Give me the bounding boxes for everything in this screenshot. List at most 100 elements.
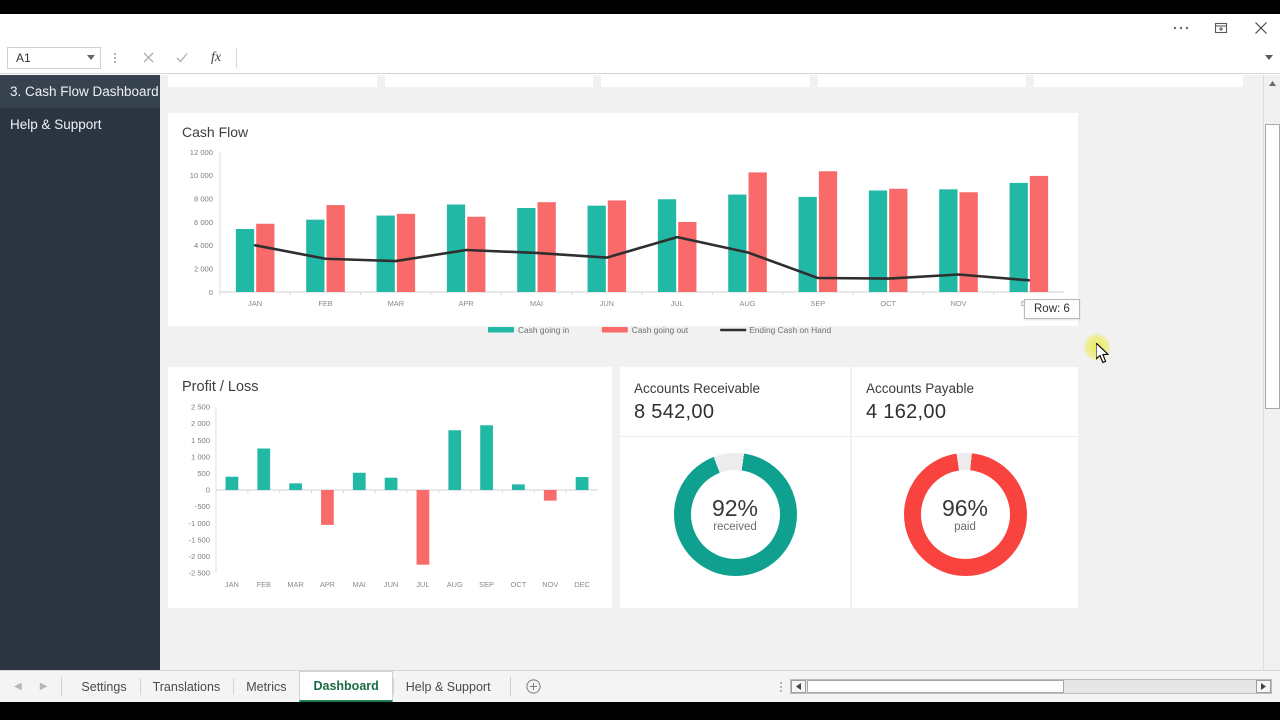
dashboard-canvas: Cash Flow 0 2 000 4 000 6 000 8 000 10 000 12 … (160, 75, 1260, 685)
kpi-card (384, 75, 594, 87)
svg-text:MAI: MAI (353, 580, 366, 589)
formula-bar: A1 fx (0, 42, 1280, 74)
kpi-card (168, 75, 377, 87)
svg-text:MAR: MAR (388, 299, 404, 308)
ar-donut-wrap: 92% received (620, 437, 850, 592)
confirm-formula-icon[interactable] (165, 46, 199, 70)
cash-flow-card: Cash Flow 0 2 000 4 000 6 000 8 000 10 000 12 … (168, 113, 1078, 335)
svg-text:0: 0 (209, 288, 213, 297)
svg-text:0: 0 (206, 486, 210, 495)
ar-percent: 92% (711, 494, 759, 521)
svg-text:8 000: 8 000 (194, 194, 213, 203)
ap-donut-chart: 96% paid (903, 453, 1027, 576)
svg-text:JUL: JUL (416, 580, 429, 589)
cash-flow-chart: 0 2 000 4 000 6 000 8 000 10 000 12 000 JAN FEB M… (190, 148, 1064, 308)
formula-bar-grip[interactable] (107, 52, 123, 63)
sheet-tab-label: Metrics (246, 679, 287, 694)
more-options-icon[interactable] (1168, 16, 1194, 40)
kpi-card-strip (168, 75, 1243, 87)
svg-text:DEC: DEC (574, 580, 590, 589)
work-area: 3. Cash Flow Dashboard Help & Support Ca… (0, 75, 1280, 685)
svg-text:NOV: NOV (542, 580, 558, 589)
accounts-payable-card: Accounts Payable 4 162,00 96% paid (852, 367, 1078, 608)
svg-text:MAI: MAI (530, 299, 543, 308)
sheet-prev-icon[interactable]: ◀ (14, 681, 22, 692)
ap-amount: 4 162,00 (866, 401, 947, 423)
svg-text:-1 000: -1 000 (188, 519, 210, 528)
svg-text:500: 500 (197, 469, 210, 478)
horizontal-scrollbar[interactable] (790, 679, 1272, 694)
sheet-tab-metrics[interactable]: Metrics (233, 671, 299, 702)
name-box[interactable]: A1 (7, 46, 101, 69)
ap-donut-wrap: 96% paid (852, 437, 1078, 592)
svg-text:JUN: JUN (384, 580, 398, 589)
svg-text:FEB: FEB (318, 299, 332, 308)
svg-text:-2 000: -2 000 (188, 552, 210, 561)
add-sheet-icon[interactable] (517, 671, 551, 702)
svg-text:4 000: 4 000 (194, 241, 213, 250)
svg-text:2 000: 2 000 (194, 264, 213, 273)
svg-text:NOV: NOV (950, 299, 966, 308)
ar-donut-center: 92% received (690, 470, 780, 559)
vertical-scrollbar[interactable] (1263, 75, 1280, 685)
excel-window: A1 fx 3. Cash Flow Dashboard Help & Supp… (0, 14, 1280, 702)
svg-text:1 500: 1 500 (191, 436, 210, 445)
ap-title: Accounts Payable (866, 381, 975, 396)
vertical-scrollbar-thumb[interactable] (1265, 124, 1280, 409)
svg-text:SEP: SEP (479, 580, 494, 589)
svg-text:JUL: JUL (671, 299, 684, 308)
ap-card-header: Accounts Payable 4 162,00 (852, 367, 1078, 437)
chevron-down-icon[interactable] (87, 55, 95, 60)
accounts-receivable-card: Accounts Receivable 8 542,00 92% receive… (620, 367, 850, 608)
title-bar (0, 14, 1280, 42)
kpi-card (817, 75, 1027, 87)
tab-divider (61, 677, 63, 696)
cash-flow-legend: Cash going in Cash going out Ending Cash o… (488, 325, 831, 335)
sidebar-item-help-support[interactable]: Help & Support (0, 108, 160, 141)
sheet-tab-settings[interactable]: Settings (68, 671, 139, 702)
svg-text:2 500: 2 500 (191, 403, 210, 412)
svg-text:Cash going out: Cash going out (632, 325, 689, 335)
sheet-tab-label: Help & Support (405, 679, 491, 694)
ar-caption: received (713, 521, 757, 534)
scroll-left-button[interactable] (791, 680, 806, 693)
ap-percent: 96% (941, 494, 989, 521)
tab-divider (509, 677, 511, 696)
restore-window-icon[interactable] (1208, 16, 1234, 40)
tab-bar-right (780, 671, 1280, 702)
svg-text:OCT: OCT (511, 580, 527, 589)
formula-divider (236, 47, 237, 68)
svg-text:MAR: MAR (287, 580, 303, 589)
svg-text:OCT: OCT (880, 299, 896, 308)
cancel-formula-icon[interactable] (131, 46, 165, 70)
sheet-next-icon[interactable]: ▶ (40, 681, 48, 692)
sheet-tab-bar: ◀ ▶ Settings Translations Metrics Dashbo… (0, 670, 1280, 702)
sidebar-item-cash-flow-dashboard[interactable]: 3. Cash Flow Dashboard (0, 75, 160, 108)
svg-text:-500: -500 (195, 502, 210, 511)
scroll-up-button[interactable] (1264, 75, 1280, 92)
sheet-tab-dashboard[interactable]: Dashboard (299, 671, 393, 702)
ar-card-header: Accounts Receivable 8 542,00 (620, 367, 850, 437)
horizontal-scrollbar-thumb[interactable] (807, 680, 1064, 693)
ap-donut-center: 96% paid (920, 470, 1010, 559)
insert-function-icon[interactable]: fx (199, 46, 233, 70)
svg-text:Ending Cash on Hand: Ending Cash on Hand (749, 325, 831, 335)
sheet-tab-translations[interactable]: Translations (139, 671, 234, 702)
svg-text:APR: APR (320, 580, 335, 589)
formula-input[interactable] (246, 46, 1256, 69)
profit-loss-card: Profit / Loss 2 500 2 000 1 500 1 000 500 0 -5… (168, 367, 612, 608)
ar-title: Accounts Receivable (634, 381, 761, 396)
svg-text:Cash going in: Cash going in (518, 325, 570, 335)
sheet-tab-help-support[interactable]: Help & Support (392, 671, 504, 702)
kpi-card (1034, 75, 1243, 87)
profit-loss-title: Profit / Loss (182, 379, 259, 395)
sheet-nav-arrows: ◀ ▶ (0, 671, 55, 702)
svg-text:AUG: AUG (447, 580, 463, 589)
window-controls (1168, 14, 1274, 42)
close-window-icon[interactable] (1248, 16, 1274, 40)
scroll-right-button[interactable] (1256, 680, 1271, 693)
expand-formula-bar-icon[interactable] (1258, 55, 1280, 60)
horizontal-scroll-grip[interactable] (780, 681, 782, 692)
formula-action-buttons: fx (131, 46, 233, 70)
mouse-cursor (1096, 343, 1110, 364)
